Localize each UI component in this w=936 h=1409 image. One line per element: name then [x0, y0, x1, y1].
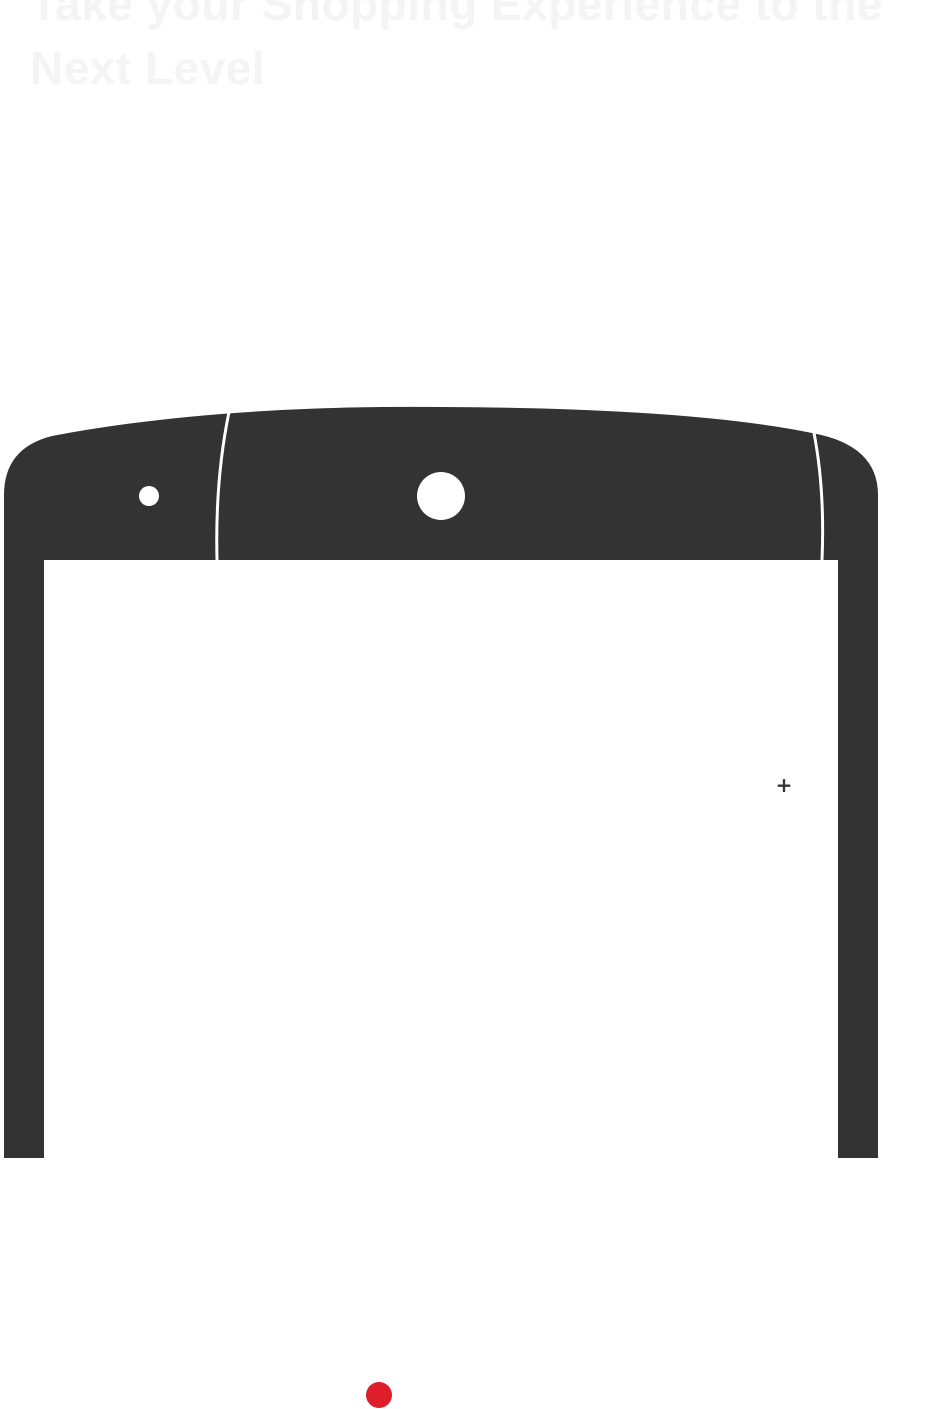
page: Take your Shopping Experience to the Nex… — [0, 0, 936, 1409]
add-marker-icon[interactable]: + — [775, 773, 793, 797]
carousel-dot-active[interactable] — [366, 1382, 392, 1408]
phone-screen — [44, 560, 838, 1160]
phone-mockup — [0, 400, 936, 1160]
speaker-icon — [417, 472, 465, 520]
hero-heading: Take your Shopping Experience to the Nex… — [30, 0, 883, 94]
front-camera-icon — [139, 486, 159, 506]
carousel-dots — [0, 1380, 936, 1409]
